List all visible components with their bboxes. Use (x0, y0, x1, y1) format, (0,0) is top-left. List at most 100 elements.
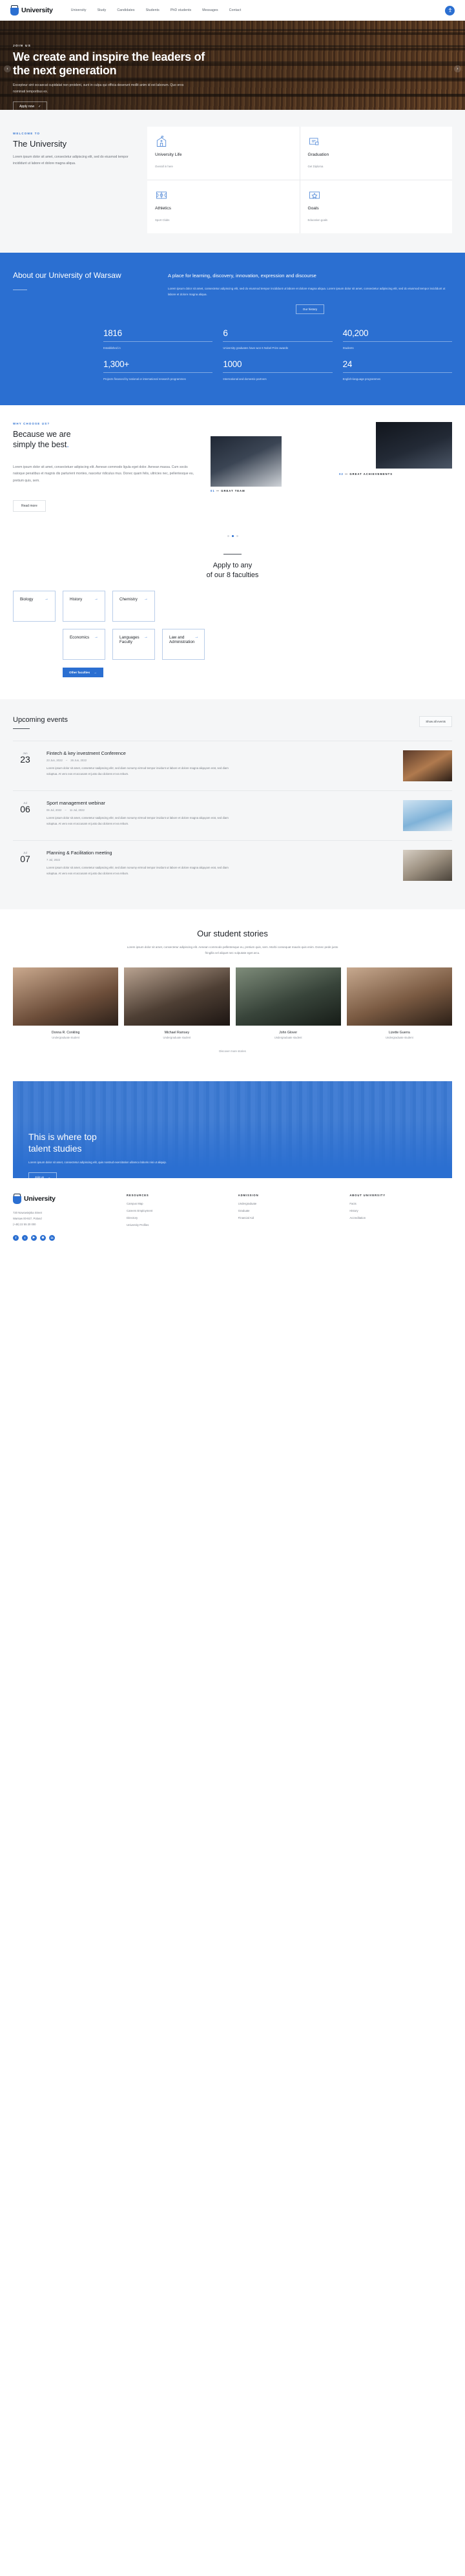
nav-item-university[interactable]: University (71, 8, 87, 12)
footer-logo-text: University (24, 1195, 56, 1203)
carousel-dot-active[interactable] (231, 534, 234, 537)
site-footer: University 720 Nowowiejska Street Warsaw… (0, 1178, 465, 1252)
faculty-card-economics[interactable]: Economics → (63, 628, 105, 660)
card-university-life[interactable]: University Life Overall in here (147, 127, 300, 180)
faculty-card-languages[interactable]: Languages Faculty → (112, 628, 155, 660)
why-choose-us-section: WHY CHOOSE US? Because we are simply the… (0, 405, 465, 525)
footer-link-campus-map[interactable]: Campus Map (127, 1202, 229, 1205)
event-end: 11 Jul, 2022 (69, 808, 85, 812)
event-description: Lorem ipsum dolor sit amet, consetetur s… (46, 766, 229, 776)
carousel-dots[interactable] (0, 525, 465, 541)
card-title: Goals (307, 206, 319, 211)
carousel-dot[interactable] (236, 534, 238, 537)
event-row[interactable]: Jul 07 Planning & Facilitation meeting 7… (13, 840, 452, 890)
linkedin-icon[interactable]: in (49, 1234, 55, 1241)
about-paragraph: Lorem ipsum dolor sit amet, consectetur … (168, 286, 446, 297)
student-role: Undergraduate student (52, 1036, 80, 1040)
instagram-icon[interactable]: ◉ (40, 1234, 46, 1241)
student-name: Michael Ramsey (164, 1031, 190, 1035)
caption-text: — GREAT TEAM (216, 489, 245, 492)
faculty-card-law[interactable]: Law and Administration → (162, 628, 205, 660)
event-day: 06 (20, 804, 30, 815)
faculties-grid-row1: Biology → History → Chemistry → (13, 590, 452, 622)
stat-value: 1816 (103, 328, 122, 338)
hero-content: JOIN US We create and inspire the leader… (0, 21, 213, 110)
welcome-title: The University (13, 139, 67, 149)
event-title: Fintech & key investment Conference (46, 750, 126, 757)
accessibility-icon[interactable] (445, 5, 455, 16)
apply-now-button[interactable]: Apply now ✓ (13, 101, 48, 110)
facebook-icon[interactable]: f (13, 1234, 19, 1241)
caption-text: — GREAT ACHIEVEMENTS (345, 472, 393, 476)
nav-item-study[interactable]: Study (98, 8, 107, 12)
site-logo[interactable]: University (10, 5, 53, 16)
stat-value: 1,300+ (103, 359, 129, 370)
why-choose-text: WHY CHOOSE US? Because we are simply the… (13, 422, 200, 512)
event-row[interactable]: Jun 23 Fintech & key investment Conferen… (13, 741, 452, 790)
footer-link-accreditation[interactable]: Accreditation (349, 1216, 452, 1219)
check-icon: ✓ (38, 105, 41, 109)
card-graduation[interactable]: Graduation Get Diploma (300, 127, 452, 180)
other-faculties-button[interactable]: Other faculties → (63, 667, 103, 677)
footer-logo[interactable]: University (13, 1194, 110, 1205)
sport-court-icon (155, 189, 292, 202)
story-card[interactable]: John Glover Undergraduate student (235, 967, 341, 1039)
stat-label: International and domestic partners (223, 377, 267, 381)
hero-prev-arrow[interactable]: ‹ (4, 65, 11, 72)
card-athletics[interactable]: Athletics Sport Clubs (147, 180, 300, 233)
read-more-button[interactable]: Read more (13, 500, 46, 512)
caption-great-achievements: 02 — GREAT ACHIEVEMENTS (339, 472, 393, 476)
join-us-button[interactable]: Join us → (28, 1172, 57, 1179)
footer-link-university-profiles[interactable]: University Profiles (127, 1223, 229, 1227)
faculty-card-history[interactable]: History → (63, 590, 105, 622)
show-all-events-button[interactable]: Show all events (419, 715, 452, 727)
why-choose-title-line1: Because we are (13, 429, 71, 439)
event-title: Planning & Facilitation meeting (46, 850, 112, 856)
card-title: Graduation (307, 153, 329, 157)
hero-next-arrow[interactable]: › (454, 65, 461, 72)
stat-item: 1,300+ Projects financed by national or i… (103, 359, 213, 382)
star-badge-icon (308, 189, 445, 202)
arrow-right-icon: → (194, 635, 199, 639)
footer-link-directory[interactable]: Directory (127, 1216, 229, 1219)
upcoming-events-section: Upcoming events Show all events Jun 23 F… (0, 699, 465, 910)
story-card[interactable]: Donna R. Conkling Undergraduate student (13, 967, 119, 1040)
twitter-icon[interactable]: t (22, 1234, 28, 1241)
footer-link-financial-aid[interactable]: Financial Aid (238, 1216, 341, 1219)
welcome-section: WELCOME TO The University Lorem ipsum do… (0, 110, 465, 253)
footer-link-history[interactable]: History (349, 1209, 452, 1212)
nav-item-students[interactable]: Students (146, 8, 160, 12)
stories-grid: Donna R. Conkling Undergraduate student … (13, 967, 452, 1039)
university-cup-icon (10, 5, 19, 16)
footer-link-facts[interactable]: Facts (349, 1202, 452, 1205)
card-title: Athletics (155, 206, 171, 211)
arrow-right-icon: → (45, 596, 48, 601)
card-goals[interactable]: Goals Education goals (300, 180, 452, 233)
footer-link-careers[interactable]: Careers Employment (127, 1209, 229, 1212)
nav-item-candidates[interactable]: Candidates (117, 8, 134, 12)
footer-link-graduate[interactable]: Graduate (238, 1209, 341, 1212)
carousel-dot[interactable] (227, 534, 229, 537)
nav-item-phd-students[interactable]: PhD students (170, 8, 191, 12)
story-card[interactable]: Michael Ramsey Undergraduate student (124, 967, 230, 1039)
stat-value: 24 (342, 359, 353, 370)
footer-column-resources: RESOURCES Campus Map Careers Employment … (127, 1194, 229, 1240)
event-row[interactable]: Jul 06 Sport management webinar 06 Jul, … (13, 790, 452, 840)
story-card[interactable]: Lizette Guerra Undergraduate student (346, 967, 452, 1039)
faculty-card-chemistry[interactable]: Chemistry → (112, 590, 155, 622)
footer-column-heading: RESOURCES (127, 1194, 149, 1198)
event-date: Jun 23 (13, 750, 37, 781)
events-header: Upcoming events Show all events (13, 715, 452, 730)
site-header: University University Study Candidates S… (0, 0, 465, 21)
youtube-icon[interactable]: ▶ (31, 1234, 37, 1241)
footer-link-undergraduate[interactable]: Undergraduate (238, 1202, 341, 1205)
event-description: Lorem ipsum dolor sit amet, consetetur s… (46, 816, 229, 825)
faculty-card-biology[interactable]: Biology → (13, 590, 56, 622)
nav-item-contact[interactable]: Contact (229, 8, 242, 12)
nav-item-messages[interactable]: Messages (202, 8, 218, 12)
footer-address: 720 Nowowiejska Street Warsaw 00-927, Po… (13, 1211, 42, 1227)
discover-more-stories-link[interactable]: Discover more stories (13, 1050, 452, 1053)
about-stats: 1816 Established in 6 University graduates… (13, 328, 452, 382)
our-history-button[interactable]: Our history (295, 304, 325, 314)
card-title: University Life (155, 153, 182, 157)
